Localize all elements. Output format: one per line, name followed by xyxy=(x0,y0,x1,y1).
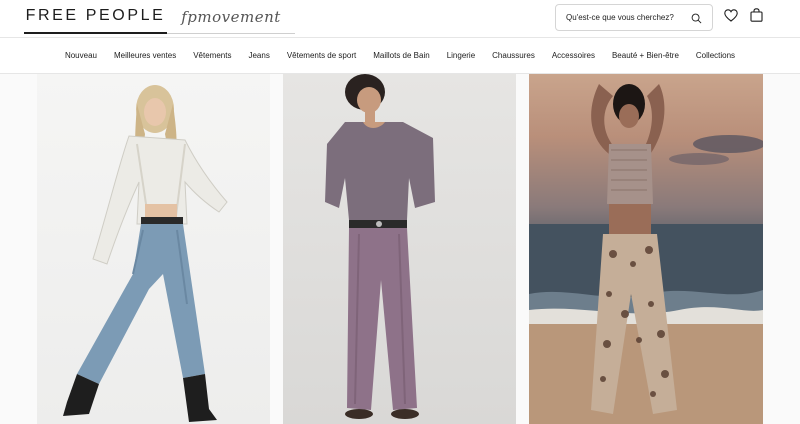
nav-item-nouveau[interactable]: Nouveau xyxy=(56,51,105,60)
nav-item-vetements[interactable]: Vêtements xyxy=(185,51,240,60)
product-image-3[interactable] xyxy=(529,74,763,424)
nav-item-beaute-bien-etre[interactable]: Beauté + Bien-être xyxy=(603,51,687,60)
search-input[interactable] xyxy=(566,13,691,22)
fp-movement-logo: fpmovement xyxy=(181,7,281,26)
product-image-1[interactable] xyxy=(37,74,270,424)
model-illustration xyxy=(63,85,228,422)
model-illustration xyxy=(325,74,435,419)
site-header: FREE PEOPLE fpmovement xyxy=(0,0,800,37)
product-grid xyxy=(0,74,800,424)
brand-tab-free-people[interactable]: FREE PEOPLE xyxy=(24,0,167,34)
brand-logo: FREE PEOPLE xyxy=(25,7,166,24)
main-nav: Nouveau Meilleures ventes Vêtements Jean… xyxy=(0,38,800,73)
nav-item-collections[interactable]: Collections xyxy=(687,51,743,60)
shopping-bag-icon[interactable] xyxy=(750,8,763,22)
nav-item-vetements-de-sport[interactable]: Vêtements de sport xyxy=(278,51,364,60)
nav-item-lingerie[interactable]: Lingerie xyxy=(438,51,483,60)
nav-item-meilleures-ventes[interactable]: Meilleures ventes xyxy=(105,51,184,60)
product-image-2[interactable] xyxy=(283,74,516,424)
search-box[interactable] xyxy=(555,4,713,31)
nav-item-maillots-de-bain[interactable]: Maillots de Bain xyxy=(365,51,438,60)
nav-item-jeans[interactable]: Jeans xyxy=(240,51,278,60)
brand-tab-fp-movement[interactable]: fpmovement xyxy=(167,0,295,34)
nav-item-accessoires[interactable]: Accessoires xyxy=(543,51,603,60)
nav-item-chaussures[interactable]: Chaussures xyxy=(484,51,544,60)
model-illustration xyxy=(529,84,763,424)
heart-icon[interactable] xyxy=(724,9,738,22)
search-icon[interactable] xyxy=(691,13,702,24)
